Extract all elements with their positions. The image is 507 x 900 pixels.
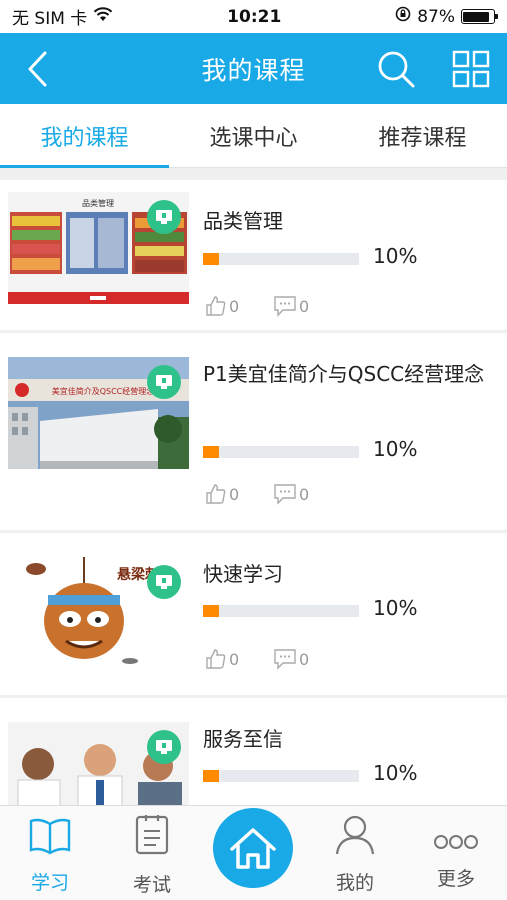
page-title: 我的课程 bbox=[201, 55, 306, 85]
nav-mine[interactable]: 我的 bbox=[315, 806, 395, 900]
like-button[interactable]: 0 bbox=[205, 483, 239, 505]
status-bar: 无 SIM 卡 10:21 87% bbox=[0, 0, 507, 33]
exam-paper-icon bbox=[135, 815, 169, 855]
app-header: 我的课程 bbox=[0, 33, 507, 104]
comment-button[interactable]: 0 bbox=[273, 483, 309, 505]
battery-icon bbox=[460, 9, 498, 24]
video-course-badge-icon bbox=[147, 565, 181, 599]
course-progress-bar bbox=[203, 253, 359, 265]
course-card[interactable]: 品类管理 品类管理 10% 0 0 bbox=[0, 180, 507, 330]
back-button[interactable] bbox=[14, 33, 60, 104]
progress-percent: 10% bbox=[373, 761, 418, 785]
course-progress-bar bbox=[203, 446, 359, 458]
video-course-badge-icon bbox=[147, 365, 181, 399]
rotation-lock-icon bbox=[395, 6, 411, 27]
nav-label: 学习 bbox=[30, 872, 69, 894]
chevron-left-icon bbox=[28, 51, 47, 86]
like-button[interactable]: 0 bbox=[205, 295, 239, 317]
progress-fill bbox=[203, 446, 219, 458]
nav-label: 我的 bbox=[335, 872, 374, 894]
nav-label: 更多 bbox=[436, 868, 475, 890]
thumbnail-sign-text: 品类管理 bbox=[82, 198, 114, 208]
nav-study[interactable]: 学习 bbox=[10, 806, 90, 900]
course-title: 服务至信 bbox=[203, 727, 283, 751]
course-card[interactable]: 服务至信 10% bbox=[0, 698, 507, 805]
more-dots-icon bbox=[434, 835, 478, 849]
course-title: P1美宜佳简介与QSCC经营理念 bbox=[203, 362, 485, 386]
tab-course-center[interactable]: 选课中心 bbox=[169, 104, 338, 167]
nav-label: 考试 bbox=[132, 874, 171, 896]
course-title: 快速学习 bbox=[203, 562, 283, 586]
comment-icon bbox=[274, 296, 296, 317]
like-count: 0 bbox=[229, 484, 240, 504]
grid-icon bbox=[452, 50, 490, 87]
tab-bar: 我的课程 选课中心 推荐课程 bbox=[0, 104, 507, 168]
course-card[interactable]: 悬梁刺 快速学习 10% 0 0 bbox=[0, 533, 507, 695]
search-icon bbox=[378, 51, 415, 87]
thumbnail-banner-text: 美宜佳简介及QSCC经营理念 bbox=[52, 386, 155, 396]
comment-count: 0 bbox=[299, 484, 310, 504]
progress-percent: 10% bbox=[373, 244, 418, 268]
like-button[interactable]: 0 bbox=[205, 648, 239, 670]
book-icon bbox=[29, 818, 71, 855]
comment-count: 0 bbox=[299, 296, 310, 316]
comment-count: 0 bbox=[299, 649, 310, 669]
thumbs-up-icon bbox=[206, 296, 226, 316]
like-count: 0 bbox=[229, 649, 240, 669]
home-icon bbox=[230, 828, 276, 869]
thumbs-up-icon bbox=[206, 649, 226, 669]
tab-my-courses[interactable]: 我的课程 bbox=[0, 104, 169, 168]
progress-percent: 10% bbox=[373, 596, 418, 620]
comment-button[interactable]: 0 bbox=[273, 295, 309, 317]
carrier-label: 无 SIM 卡 bbox=[12, 9, 88, 29]
battery-percent: 87% bbox=[417, 6, 455, 27]
course-list: 品类管理 品类管理 10% 0 0 美宜佳简介及QSCC经营理念 P1美宜佳简介… bbox=[0, 168, 507, 805]
video-course-badge-icon bbox=[147, 200, 181, 234]
grid-menu-button[interactable] bbox=[446, 33, 496, 104]
progress-fill bbox=[203, 770, 219, 782]
tab-recommended[interactable]: 推荐课程 bbox=[338, 104, 507, 167]
comment-icon bbox=[274, 649, 296, 670]
nav-exam[interactable]: 考试 bbox=[112, 806, 192, 900]
progress-percent: 10% bbox=[373, 437, 418, 461]
course-progress-bar bbox=[203, 605, 359, 617]
thumbs-up-icon bbox=[206, 484, 226, 504]
wifi-icon bbox=[93, 6, 113, 27]
course-title: 品类管理 bbox=[203, 209, 283, 233]
home-button[interactable] bbox=[213, 808, 293, 888]
video-course-badge-icon bbox=[147, 730, 181, 764]
nav-more[interactable]: 更多 bbox=[416, 806, 496, 900]
comment-button[interactable]: 0 bbox=[273, 648, 309, 670]
course-progress-bar bbox=[203, 770, 359, 782]
search-button[interactable] bbox=[372, 33, 420, 104]
user-icon bbox=[335, 815, 375, 855]
course-card[interactable]: 美宜佳简介及QSCC经营理念 P1美宜佳简介与QSCC经营理念 10% 0 0 bbox=[0, 333, 507, 530]
progress-fill bbox=[203, 253, 219, 265]
status-time: 10:21 bbox=[227, 6, 282, 27]
like-count: 0 bbox=[229, 296, 240, 316]
comment-icon bbox=[274, 484, 296, 505]
progress-fill bbox=[203, 605, 219, 617]
